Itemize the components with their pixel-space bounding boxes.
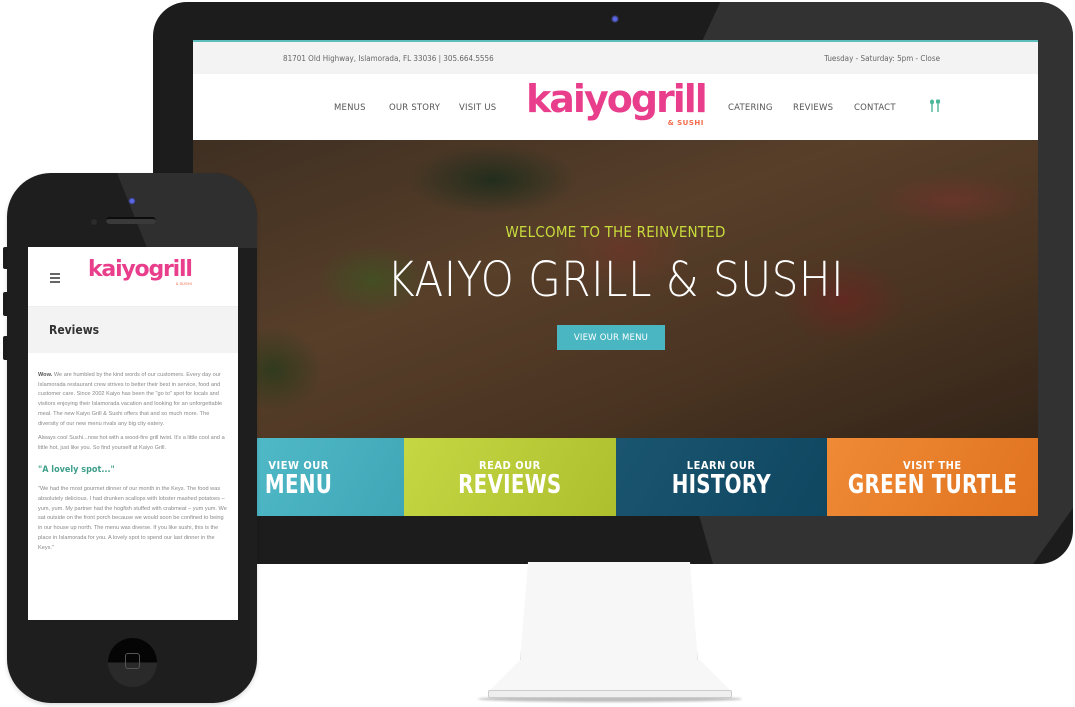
monitor-camera [611, 15, 619, 23]
tile-title: MENU [265, 469, 333, 500]
logo-subtext: & SUSHI [667, 119, 704, 127]
fork-spoon-icon[interactable] [928, 99, 942, 113]
tile-learn-history[interactable]: LEARN OUR HISTORY [615, 438, 827, 516]
intro-bold: Wow. [38, 372, 53, 378]
nav-contact[interactable]: CONTACT [854, 103, 896, 113]
site-logo[interactable]: kaiyogrill & SUSHI [526, 77, 708, 127]
mobile-phone-mockup: kaiyogrill & SUSHI Reviews Wow. We are h… [7, 173, 257, 703]
nav-our-story[interactable]: OUR STORY [389, 103, 440, 113]
main-nav: MENUS OUR STORY VISIT US kaiyogrill & SU… [193, 74, 1038, 140]
mobile-logo-subtext: & SUSHI [175, 281, 192, 286]
quote-title: "A lovely spot..." [38, 464, 115, 475]
tile-visit-green-turtle[interactable]: VISIT THE GREEN TURTLE [826, 438, 1038, 516]
mobile-content: Wow. We are humbled by the kind words of… [28, 353, 238, 553]
nav-visit-us[interactable]: VISIT US [459, 103, 496, 113]
address-text: 81701 Old Highway, Islamorada, FL 33036 … [283, 53, 494, 63]
info-bar: 81701 Old Highway, Islamorada, FL 33036 … [193, 42, 1038, 74]
phone-speaker [106, 217, 156, 224]
logo-text: kaiyogrill [526, 77, 708, 121]
hours-text: Tuesday - Saturday: 5pm - Close [824, 53, 940, 63]
monitor-stand-foot [490, 660, 730, 690]
desktop-screen: 81701 Old Highway, Islamorada, FL 33036 … [193, 40, 1038, 516]
mobile-page-title: Reviews [28, 307, 238, 353]
desktop-monitor-mockup: 81701 Old Highway, Islamorada, FL 33036 … [153, 2, 1073, 564]
tile-title: HISTORY [671, 469, 771, 500]
mobile-header: kaiyogrill & SUSHI [28, 247, 238, 307]
tile-title: REVIEWS [458, 469, 562, 500]
hero-title: KAIYO GRILL & SUSHI [387, 252, 844, 308]
mobile-logo-text: kaiyogrill [88, 257, 193, 282]
phone-sensor [91, 219, 97, 225]
feature-tiles: VIEW OUR MENU READ OUR REVIEWS LEARN OUR… [193, 438, 1038, 516]
phone-camera [128, 197, 136, 205]
intro-paragraph: Wow. We are humbled by the kind words of… [38, 371, 228, 429]
tile-title: GREEN TURTLE [847, 469, 1018, 500]
nav-reviews[interactable]: REVIEWS [793, 103, 833, 113]
nav-menus[interactable]: MENUS [334, 103, 366, 113]
hero-subtitle: WELCOME TO THE REINVENTED [505, 223, 726, 241]
hero-banner: WELCOME TO THE REINVENTED KAIYO GRILL & … [193, 140, 1038, 438]
quote-text: "We had the most gourmet dinner of our m… [38, 486, 227, 551]
monitor-stand-base [488, 690, 732, 698]
phone-home-button[interactable] [108, 638, 157, 687]
home-square-icon [125, 653, 140, 669]
second-paragraph: Always cool Sushi...now hot with a wood-… [38, 435, 225, 451]
tile-read-reviews[interactable]: READ OUR REVIEWS [404, 438, 616, 516]
intro-text: We are humbled by the kind words of our … [38, 372, 223, 427]
mobile-screen: kaiyogrill & SUSHI Reviews Wow. We are h… [28, 247, 238, 620]
nav-catering[interactable]: CATERING [728, 103, 773, 113]
hamburger-menu-icon[interactable] [50, 273, 60, 285]
view-menu-button[interactable]: VIEW OUR MENU [557, 325, 665, 350]
mobile-logo[interactable]: kaiyogrill & SUSHI [88, 257, 193, 286]
